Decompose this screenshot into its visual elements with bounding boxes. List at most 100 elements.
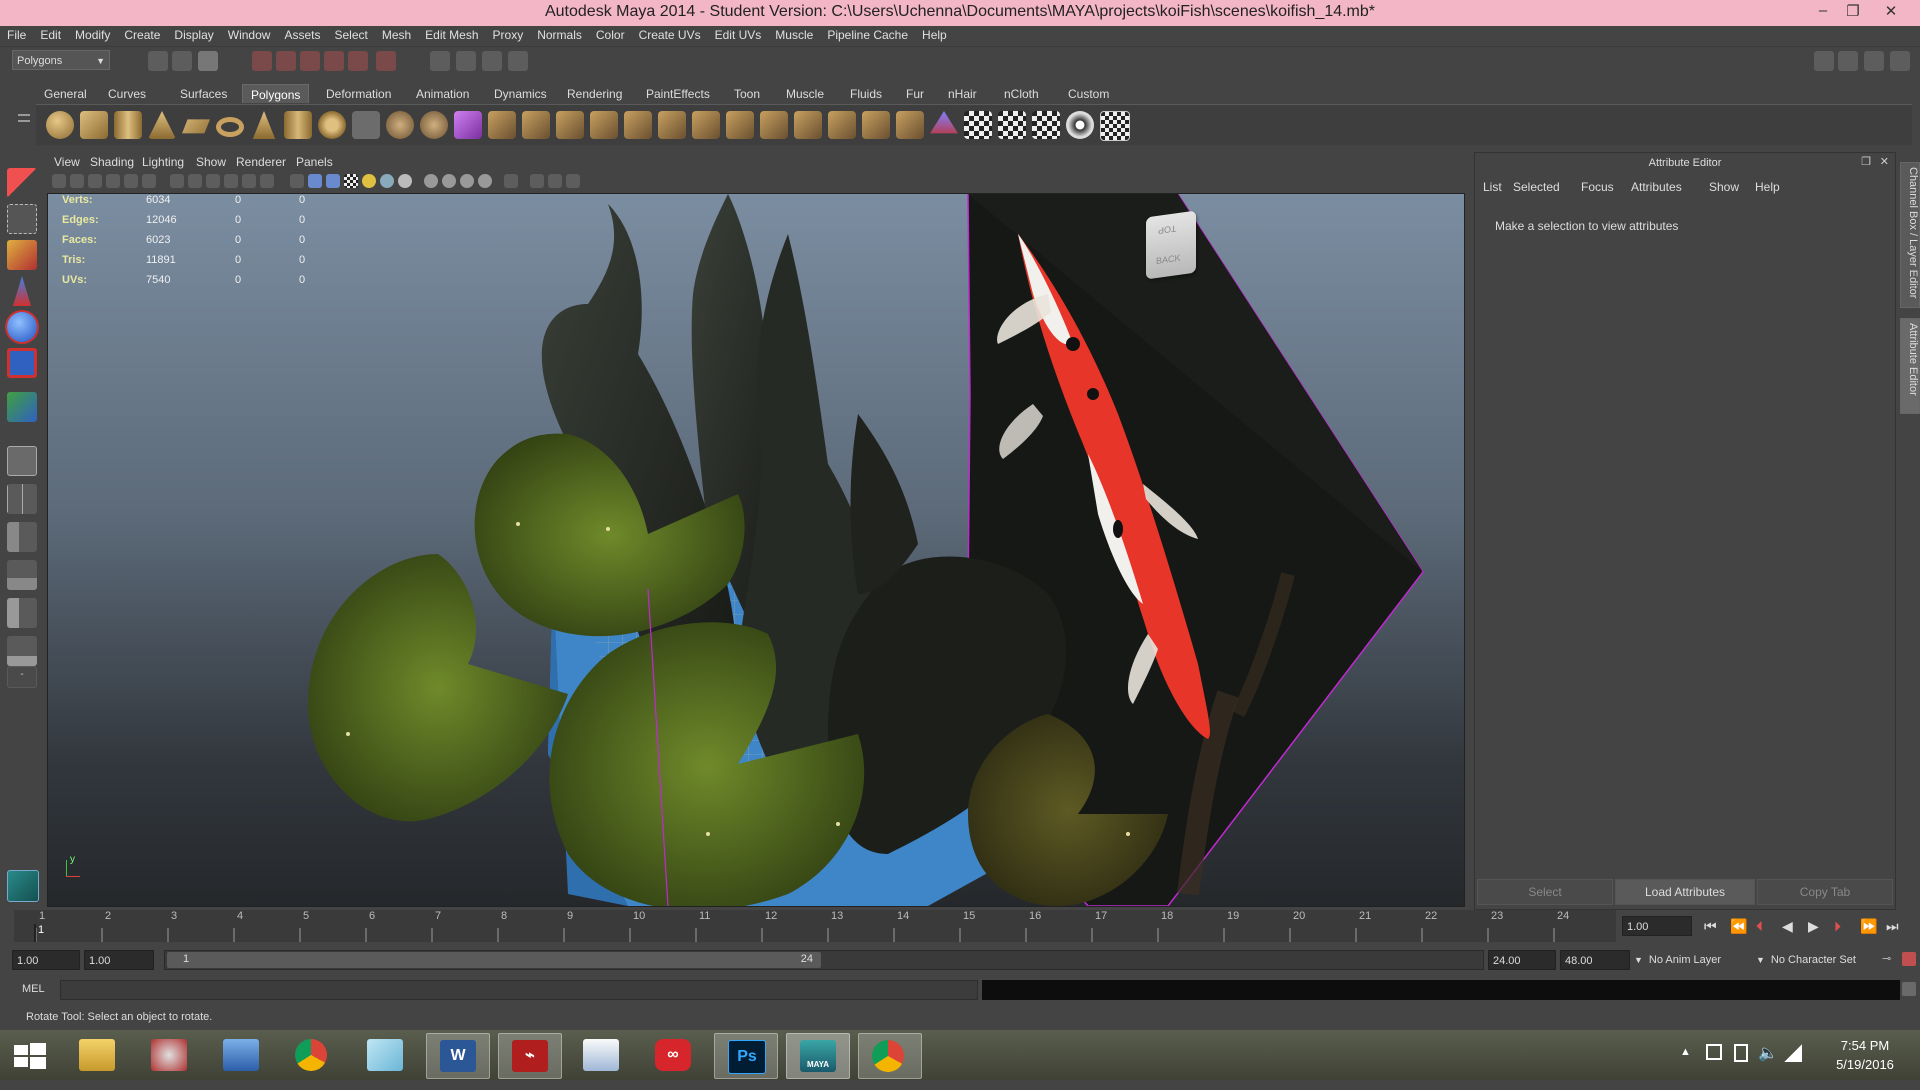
taskbar-file-explorer[interactable] [66,1033,128,1077]
hypershade-persp-icon[interactable] [7,598,37,628]
taskbar-snipping-tool[interactable] [138,1033,200,1077]
history-icon[interactable] [376,51,396,71]
shelf-tab-toon[interactable]: Toon [726,84,768,103]
single-perspective-view-icon[interactable] [7,446,37,476]
camera-attributes-icon[interactable] [70,174,84,188]
offset-edge-loop-icon[interactable] [658,111,686,139]
shelf-tab-fur[interactable]: Fur [898,84,932,103]
multisample-aa-icon[interactable] [460,174,474,188]
poly-cylinder-icon[interactable] [114,111,142,139]
film-gate-icon[interactable] [188,174,202,188]
channel-box-toggle-icon[interactable] [1890,51,1910,71]
select-hierarchy-icon[interactable] [148,51,168,71]
command-input[interactable] [60,980,978,1000]
ae-menu-focus[interactable]: Focus [1581,180,1614,194]
taskbar-word[interactable]: W [426,1033,490,1079]
smooth-icon[interactable] [454,111,482,139]
hud-toggle-icon[interactable] [566,174,580,188]
playback-start-field[interactable]: 1.00 [84,950,154,970]
go-to-end-icon[interactable]: ⏭ [1886,918,1899,935]
uv-spherical-mapping-icon[interactable] [1032,111,1060,139]
menu-mesh[interactable]: Mesh [375,26,418,42]
insert-edge-loop-icon[interactable] [624,111,652,139]
maximize-button[interactable]: ❐ [1840,2,1866,22]
isolate-select-icon[interactable] [504,174,518,188]
start-time-field[interactable]: 1.00 [12,950,80,970]
uv-automatic-mapping-icon[interactable] [1066,111,1094,139]
play-backwards-icon[interactable]: ◀ [1782,918,1793,935]
animation-preferences-icon[interactable] [1902,952,1916,966]
smooth-shade-icon[interactable] [308,174,322,188]
shelf-grip[interactable] [14,84,30,136]
safe-action-icon[interactable] [260,174,274,188]
poly-plane-icon[interactable] [182,119,210,134]
menu-normals[interactable]: Normals [530,26,589,42]
character-set-dropdown[interactable]: ▼ No Character Set [1756,950,1886,970]
ae-load-attributes-button[interactable]: Load Attributes [1615,879,1755,905]
playback-end-field[interactable]: 24.00 [1488,950,1556,970]
layout-menu-icon[interactable]: - [7,666,37,688]
move-tool-icon[interactable] [13,276,31,306]
two-d-pan-zoom-icon[interactable] [124,174,138,188]
end-time-field[interactable]: 48.00 [1560,950,1630,970]
menu-select[interactable]: Select [327,26,374,42]
menu-create-uvs[interactable]: Create UVs [632,26,708,42]
menu-color[interactable]: Color [589,26,632,42]
scale-tool-icon[interactable] [7,348,37,378]
script-editor-icon[interactable] [1902,982,1916,996]
grid-toggle-icon[interactable] [170,174,184,188]
motion-blur-icon[interactable] [442,174,456,188]
extrude-icon[interactable] [488,111,516,139]
panel-menu-show[interactable]: Show [196,155,226,169]
perspective-viewport[interactable]: Verts: 6034 0 0 Edges: 12046 0 0 Faces: … [47,193,1465,907]
universal-manipulator-icon[interactable] [7,392,37,422]
bevel-icon[interactable] [692,111,720,139]
wedge-face-icon[interactable] [896,111,924,139]
select-object-icon[interactable] [172,51,192,71]
grease-pencil-icon[interactable] [142,174,156,188]
shelf-tab-ncloth[interactable]: nCloth [996,84,1047,103]
menu-pipeline-cache[interactable]: Pipeline Cache [820,26,915,42]
menu-file[interactable]: File [0,26,33,42]
panel-menu-view[interactable]: View [54,155,80,169]
panel-menu-renderer[interactable]: Renderer [236,155,286,169]
network-icon[interactable] [1784,1044,1802,1062]
persp-graph-outliner-icon[interactable] [7,636,37,666]
poke-face-icon[interactable] [862,111,890,139]
combine-icon[interactable] [352,111,380,139]
ae-menu-show[interactable]: Show [1709,180,1739,194]
panel-menu-shading[interactable]: Shading [90,155,134,169]
xray-active-components-icon[interactable] [548,174,562,188]
poly-soccer-ball-icon[interactable] [318,111,346,139]
poly-pipe-icon[interactable] [284,111,312,139]
boolean-difference-icon[interactable] [420,111,448,139]
key-icon[interactable]: ⊸ [1882,952,1891,965]
snap-point-icon[interactable] [300,51,320,71]
render-view-icon[interactable] [430,51,450,71]
bookmarks-icon[interactable] [88,174,102,188]
menu-proxy[interactable]: Proxy [486,26,531,42]
ae-menu-help[interactable]: Help [1755,180,1780,194]
menu-assets[interactable]: Assets [277,26,327,42]
wireframe-on-shaded-icon[interactable] [326,174,340,188]
panel-menu-lighting[interactable]: Lighting [142,155,184,169]
field-chart-icon[interactable] [242,174,256,188]
four-view-icon[interactable] [7,484,37,514]
shelf-tab-rendering[interactable]: Rendering [559,84,630,103]
view-cube[interactable]: TOP BACK [1146,210,1196,280]
uv-checker-icon[interactable] [964,111,992,139]
close-button[interactable]: ✕ [1878,2,1904,22]
tool-settings-toggle-icon[interactable] [1864,51,1884,71]
start-button[interactable] [0,1033,62,1077]
snap-view-plane-icon[interactable] [324,51,344,71]
step-back-key-icon[interactable]: ⏴ [1756,918,1763,935]
lasso-tool-icon[interactable] [7,204,37,234]
snap-grid-icon[interactable] [252,51,272,71]
taskbar-acrobat[interactable]: ⌁ [498,1033,562,1079]
current-time-marker[interactable] [34,924,36,942]
menu-create[interactable]: Create [117,26,167,42]
poly-pyramid-icon[interactable] [252,111,276,139]
ipr-render-icon[interactable] [482,51,502,71]
boolean-union-icon[interactable] [386,111,414,139]
shelf-tab-custom[interactable]: Custom [1060,84,1117,103]
